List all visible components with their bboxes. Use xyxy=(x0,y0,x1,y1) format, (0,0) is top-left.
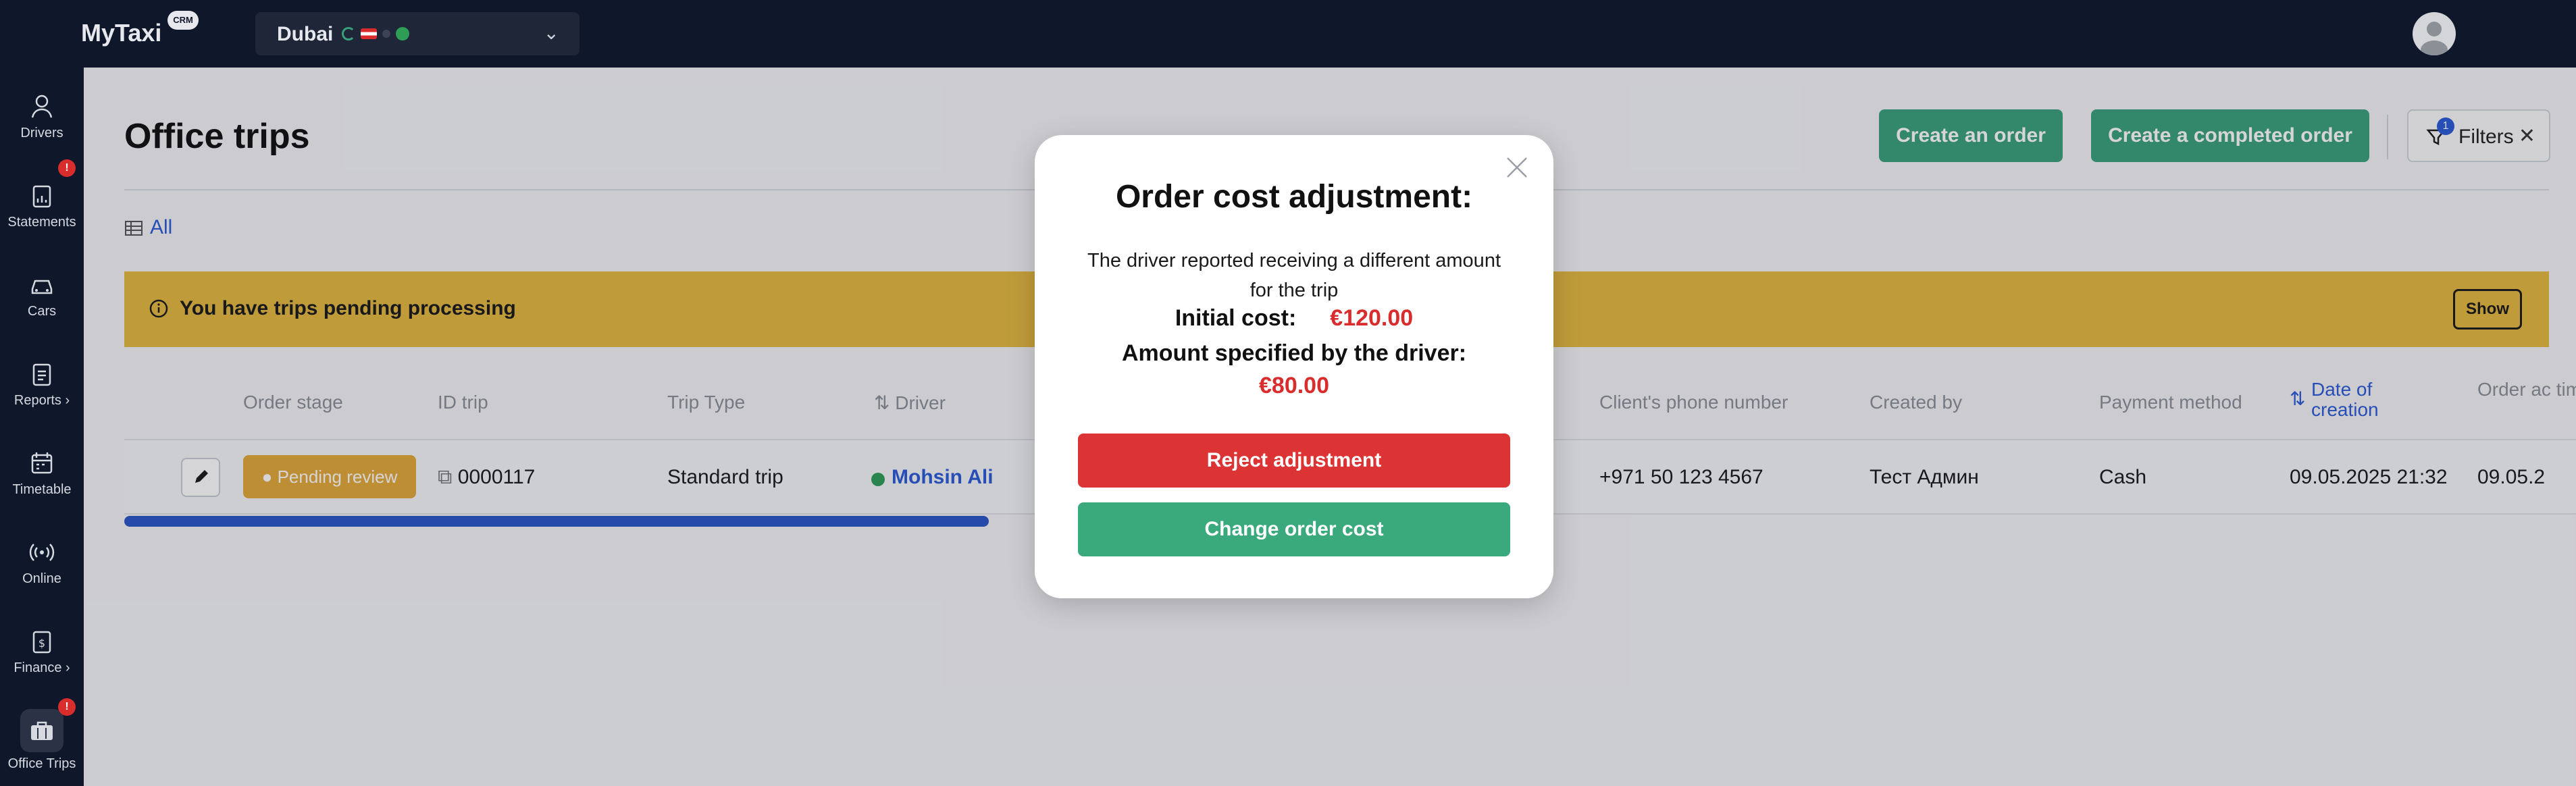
sidebar-item-label: Drivers xyxy=(20,126,63,140)
driver-amount-row: €80.00 xyxy=(1035,373,1553,399)
sidebar: Drivers Statements ! Cars Reports › Time… xyxy=(0,68,84,786)
sidebar-item-label: Online xyxy=(22,571,61,586)
profile-avatar[interactable] xyxy=(2413,12,2456,55)
sidebar-item-label: Statements xyxy=(7,215,76,230)
report-icon xyxy=(32,363,51,386)
city-status-indicators xyxy=(342,27,409,41)
notification-badge: ! xyxy=(58,698,76,716)
initial-cost-amount: €120.00 xyxy=(1330,305,1414,331)
finance-icon: $ xyxy=(32,631,51,654)
driver-amount-value: €80.00 xyxy=(1259,373,1329,398)
calendar-icon xyxy=(31,452,53,474)
chevron-down-icon: ⌄ xyxy=(543,22,559,43)
sidebar-item-label: Timetable xyxy=(12,482,72,497)
status-dot-icon xyxy=(382,30,390,38)
app-logo[interactable]: MyTaxi xyxy=(81,19,161,47)
online-icon xyxy=(396,27,409,41)
order-cost-adjustment-modal: Order cost adjustment: The driver report… xyxy=(1035,135,1553,598)
sidebar-item-label: Cars xyxy=(27,304,57,319)
reject-adjustment-button[interactable]: Reject adjustment xyxy=(1078,434,1510,488)
sidebar-item-cars[interactable]: Cars xyxy=(0,255,84,336)
sidebar-item-label: Finance › xyxy=(14,660,70,675)
sidebar-item-timetable[interactable]: Timetable xyxy=(0,434,84,515)
logo-crm-badge: CRM xyxy=(168,11,199,30)
change-order-cost-button[interactable]: Change order cost xyxy=(1078,502,1510,556)
broadcast-icon xyxy=(29,544,55,561)
sidebar-item-office-trips[interactable]: Office Trips ! xyxy=(0,698,84,782)
city-select[interactable]: Dubai ⌄ xyxy=(255,12,579,55)
driver-amount-label: Amount specified by the driver: xyxy=(1121,340,1467,366)
user-icon xyxy=(31,95,53,118)
flag-icon xyxy=(361,28,377,39)
sidebar-item-reports[interactable]: Reports › xyxy=(0,344,84,425)
briefcase-icon xyxy=(20,709,63,752)
city-select-value: Dubai xyxy=(277,23,334,45)
sidebar-item-online[interactable]: Online xyxy=(0,523,84,604)
sidebar-item-drivers[interactable]: Drivers xyxy=(0,77,84,158)
initial-cost-label: Initial cost: xyxy=(1175,305,1297,331)
sidebar-item-label: Office Trips xyxy=(7,756,76,771)
clipboard-icon xyxy=(32,185,51,208)
modal-title: Order cost adjustment: xyxy=(1115,179,1473,215)
svg-text:$: $ xyxy=(38,637,45,650)
sidebar-item-finance[interactable]: $ Finance › xyxy=(0,612,84,693)
sidebar-item-statements[interactable]: Statements ! xyxy=(0,159,84,247)
car-icon xyxy=(31,280,53,294)
initial-cost-row: Initial cost: €120.00 xyxy=(1035,305,1553,332)
top-bar: MyTaxi CRM Dubai ⌄ xyxy=(0,0,2576,68)
sidebar-item-label: Reports › xyxy=(14,393,70,408)
modal-message: The driver reported receiving a differen… xyxy=(1087,250,1501,301)
sync-icon xyxy=(342,27,355,41)
notification-badge: ! xyxy=(58,159,76,177)
